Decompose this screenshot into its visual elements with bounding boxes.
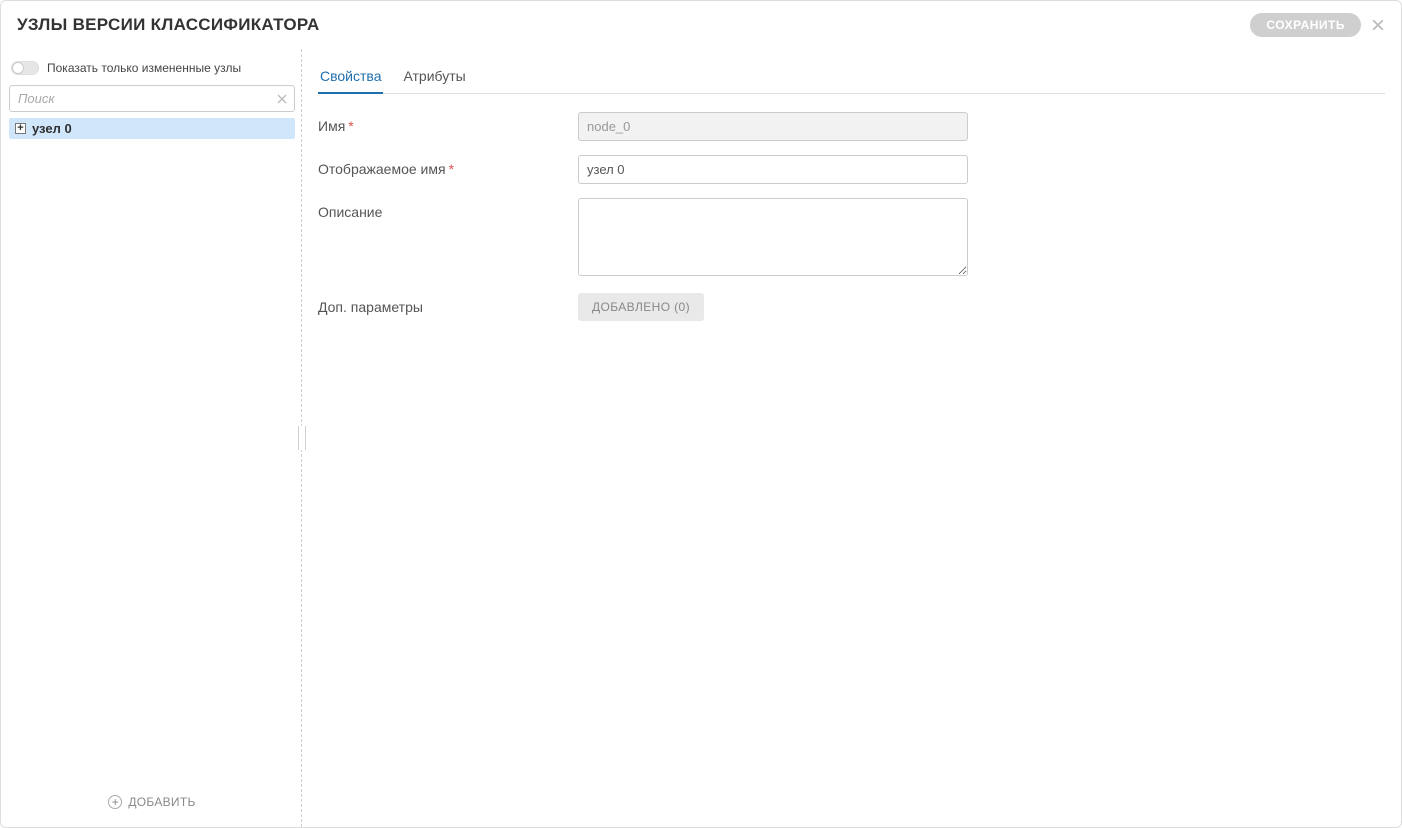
toggle-show-changed[interactable] [11,61,39,75]
row-display-name: Отображаемое имя* [318,155,1385,184]
close-icon[interactable] [1371,18,1385,32]
search-input[interactable] [9,85,295,112]
tab-attributes[interactable]: Атрибуты [401,62,467,94]
display-name-input[interactable] [578,155,968,184]
expand-icon[interactable]: + [15,123,26,134]
add-node-button[interactable]: + ДОБАВИТЬ [9,785,295,819]
label-extra-params: Доп. параметры [318,293,578,315]
toggle-show-changed-row: Показать только измененные узлы [9,57,295,85]
row-name: Имя* [318,112,1385,141]
control-extra-params: ДОБАВЛЕНО (0) [578,293,968,321]
control-name [578,112,968,141]
label-name: Имя* [318,112,578,134]
required-marker: * [449,161,454,177]
plus-circle-icon: + [108,795,122,809]
label-display-name-text: Отображаемое имя [318,161,446,177]
modal-header: УЗЛЫ ВЕРСИИ КЛАССИФИКАТОРА СОХРАНИТЬ [1,1,1401,49]
label-display-name: Отображаемое имя* [318,155,578,177]
tabs: Свойства Атрибуты [318,61,1385,94]
toggle-show-changed-label: Показать только измененные узлы [47,61,241,75]
control-display-name [578,155,968,184]
add-node-label: ДОБАВИТЬ [128,795,195,809]
tree: + узел 0 [9,118,295,785]
row-description: Описание [318,198,1385,279]
search-clear-icon[interactable] [275,92,289,106]
tree-node-label: узел 0 [32,121,72,136]
left-pane: Показать только измененные узлы + узел 0… [1,49,301,827]
control-description [578,198,968,279]
tree-node-selected[interactable]: + узел 0 [9,118,295,139]
right-pane: Свойства Атрибуты Имя* Отображаемое имя* [302,49,1401,827]
modal-body: Показать только измененные узлы + узел 0… [1,49,1401,827]
search-wrap [9,85,295,112]
modal-title: УЗЛЫ ВЕРСИИ КЛАССИФИКАТОРА [17,15,320,35]
toggle-knob [12,62,24,74]
row-extra-params: Доп. параметры ДОБАВЛЕНО (0) [318,293,1385,321]
vertical-splitter [301,49,302,827]
save-button[interactable]: СОХРАНИТЬ [1250,13,1361,37]
header-actions: СОХРАНИТЬ [1250,13,1385,37]
tab-properties[interactable]: Свойства [318,62,383,94]
label-description: Описание [318,198,578,220]
required-marker: * [348,118,353,134]
label-name-text: Имя [318,118,345,134]
description-textarea[interactable] [578,198,968,276]
name-input [578,112,968,141]
splitter-handle[interactable] [298,426,306,450]
extra-params-added-button[interactable]: ДОБАВЛЕНО (0) [578,293,704,321]
properties-form: Имя* Отображаемое имя* Описание [318,94,1385,321]
modal-classifier-nodes: УЗЛЫ ВЕРСИИ КЛАССИФИКАТОРА СОХРАНИТЬ Пок… [0,0,1402,828]
